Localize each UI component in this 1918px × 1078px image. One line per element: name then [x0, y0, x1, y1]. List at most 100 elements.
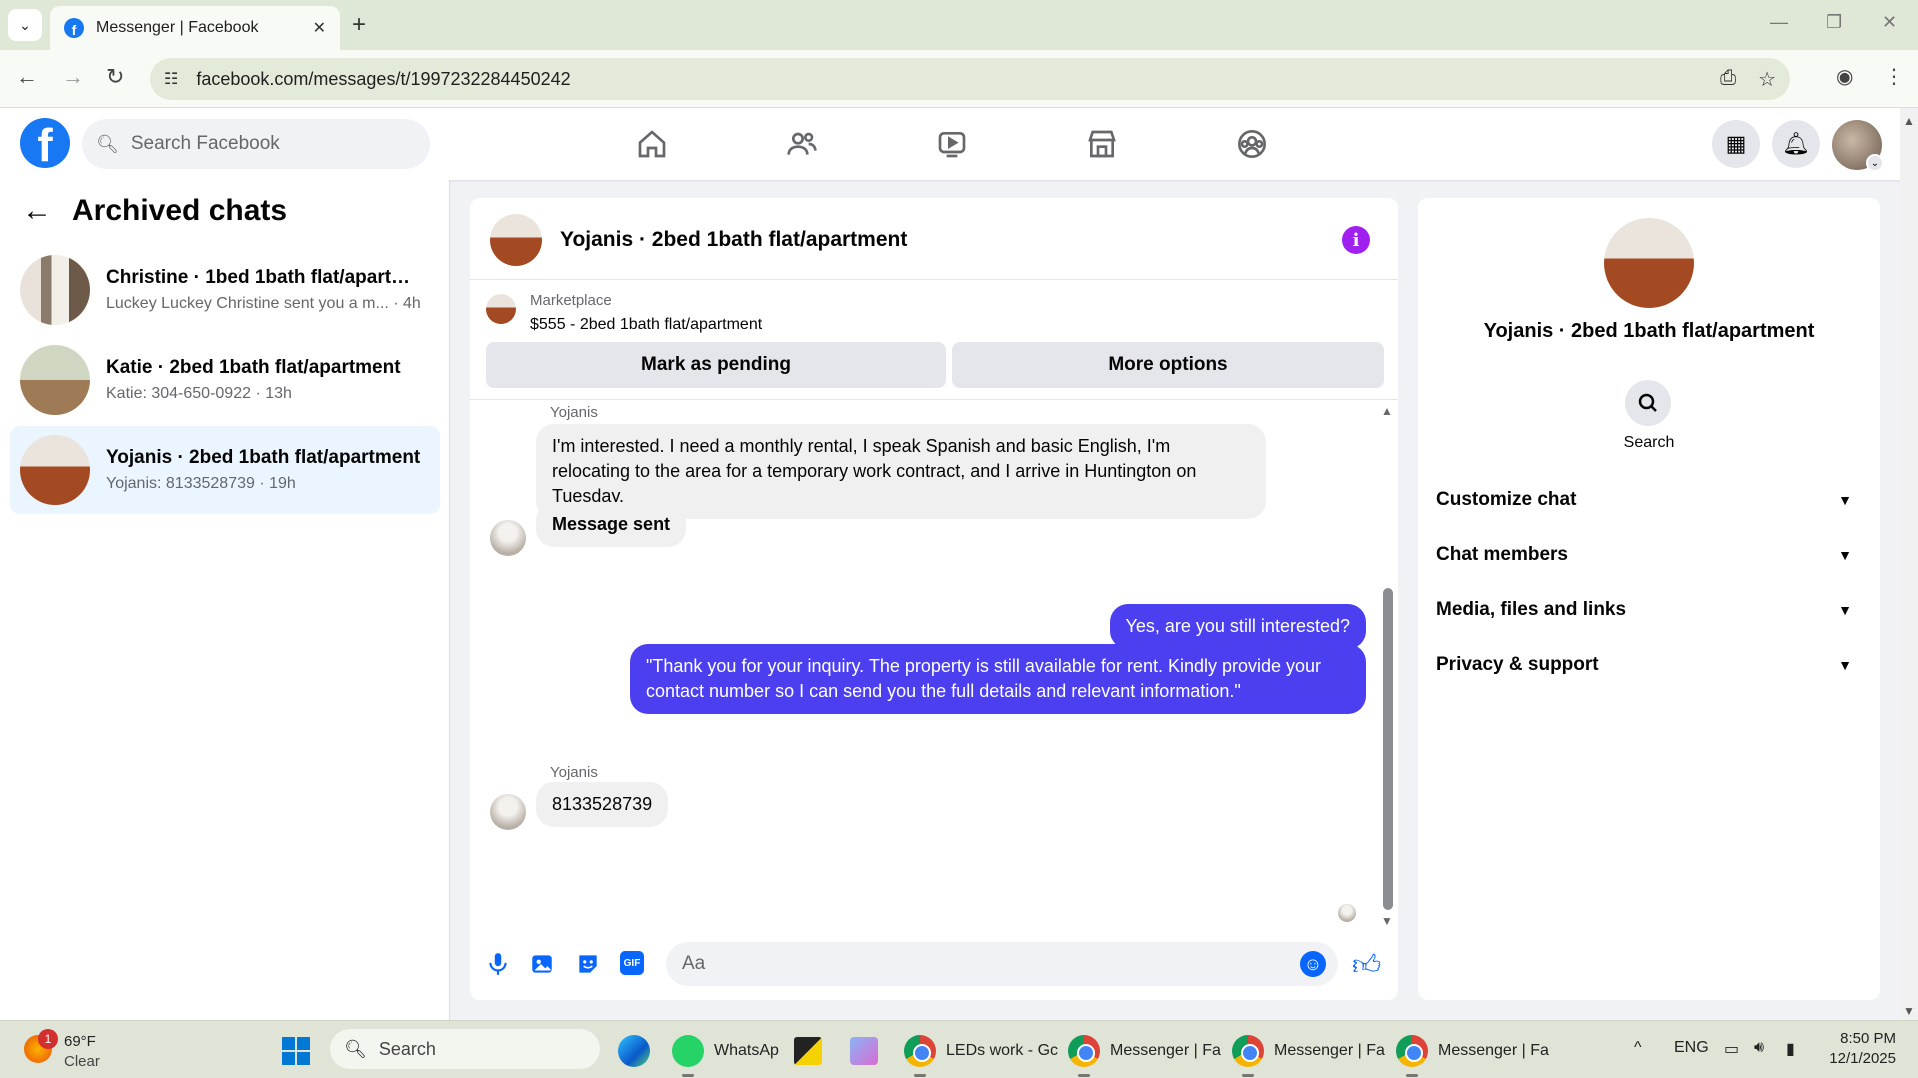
back-icon[interactable]: ←	[16, 64, 38, 90]
facebook-favicon-icon: f	[64, 18, 84, 38]
chat-name: Yojanis · 2bed 1bath flat/apartment	[106, 447, 421, 468]
message-input[interactable]: Aa ☺	[666, 942, 1338, 986]
site-settings-icon[interactable]: ☷	[164, 69, 178, 89]
customize-chat-section[interactable]: Customize chat ▼	[1436, 476, 1862, 524]
media-files-links-section[interactable]: Media, files and links ▼	[1436, 586, 1862, 634]
profile-icon[interactable]: ◉	[1836, 64, 1853, 89]
bookmark-star-icon[interactable]: ☆	[1758, 67, 1776, 92]
chat-time: · 13h	[255, 385, 292, 402]
friends-icon[interactable]	[784, 126, 820, 162]
conversation-avatar[interactable]	[490, 214, 542, 266]
taskbar-search-input[interactable]: 🔍︎ Search	[330, 1029, 600, 1069]
chat-time: · 4h	[393, 295, 421, 312]
search-icon	[1638, 393, 1657, 412]
tab-search-dropdown[interactable]: ⌄	[8, 9, 42, 41]
sticker-icon[interactable]	[574, 950, 602, 978]
snipping-tool-app[interactable]	[850, 1031, 878, 1071]
emoji-icon[interactable]: ☺	[1300, 951, 1326, 977]
browser-tab-messenger[interactable]: f Messenger | Facebook ✕	[50, 6, 340, 50]
more-options-button[interactable]: More options	[952, 342, 1384, 388]
listing-title[interactable]: $555 - 2bed 1bath flat/apartment	[530, 316, 762, 334]
photo-icon[interactable]	[528, 950, 556, 978]
reload-icon[interactable]: ↻	[106, 64, 124, 90]
outgoing-message[interactable]: Yes, are you still interested?	[1109, 604, 1366, 649]
volume-icon[interactable]: 🔊︎	[1754, 1039, 1764, 1057]
message-scrollbar[interactable]: ▲ ▼	[1380, 400, 1394, 930]
chrome-app-messenger-2[interactable]: Messenger | Fa	[1232, 1031, 1385, 1077]
chrome-app-messenger-3[interactable]: Messenger | Fa	[1396, 1031, 1549, 1077]
edge-app[interactable]	[618, 1031, 650, 1071]
section-label: Customize chat	[1436, 489, 1577, 510]
incoming-message[interactable]: 8133528739	[536, 782, 669, 827]
tab-close-icon[interactable]: ✕	[313, 18, 326, 38]
network-icon[interactable]: ▭	[1724, 1039, 1739, 1059]
browser-address-bar: ← → ↻ ☷ facebook.com/messages/t/19972322…	[0, 50, 1918, 108]
conversation-details-panel: Yojanis · 2bed 1bath flat/apartment Sear…	[1418, 198, 1880, 1000]
details-avatar[interactable]	[1604, 218, 1694, 308]
search-in-conversation-button[interactable]	[1625, 380, 1671, 426]
scroll-down-icon[interactable]: ▼	[1903, 1004, 1915, 1018]
info-icon[interactable]: i	[1342, 226, 1370, 254]
search-label: Search	[1623, 434, 1675, 451]
scroll-down-icon[interactable]: ▼	[1381, 914, 1393, 928]
home-icon[interactable]	[634, 126, 670, 162]
mark-as-pending-button[interactable]: Mark as pending	[486, 342, 946, 388]
minimize-icon[interactable]: —	[1770, 12, 1788, 33]
url-text[interactable]: facebook.com/messages/t/1997232284450242	[196, 69, 570, 90]
outgoing-message[interactable]: "Thank you for your inquiry. The propert…	[630, 644, 1366, 714]
marketplace-listing-banner: Marketplace $555 - 2bed 1bath flat/apart…	[470, 280, 1398, 400]
sender-avatar[interactable]	[490, 794, 526, 830]
archived-chats-header: ← Archived chats	[22, 194, 287, 228]
restore-icon[interactable]: ❐	[1826, 12, 1842, 33]
gif-icon[interactable]: GIF	[620, 951, 644, 975]
account-avatar[interactable]: ⌄	[1832, 120, 1884, 172]
input-language[interactable]: ENG	[1674, 1039, 1709, 1057]
chat-item-katie[interactable]: Katie · 2bed 1bath flat/apartment Katie:…	[10, 336, 440, 424]
search-placeholder: Search Facebook	[130, 133, 280, 154]
sticky-notes-icon	[794, 1037, 822, 1065]
chrome-app-messenger-1[interactable]: Messenger | Fa	[1068, 1031, 1221, 1077]
marketplace-icon[interactable]	[1084, 126, 1120, 162]
battery-icon[interactable]: ▮	[1786, 1039, 1795, 1059]
chat-members-section[interactable]: Chat members ▼	[1436, 531, 1862, 579]
scroll-up-icon[interactable]: ▲	[1903, 114, 1915, 128]
url-omnibox[interactable]: ☷ facebook.com/messages/t/19972322844502…	[150, 58, 1790, 100]
chrome-app-leds[interactable]: LEDs work - Gc	[904, 1031, 1058, 1077]
chrome-icon	[1232, 1035, 1264, 1067]
page-scrollbar[interactable]: ▲ ▼	[1900, 108, 1918, 1020]
privacy-support-section[interactable]: Privacy & support ▼	[1436, 641, 1862, 689]
sticky-notes-app[interactable]	[794, 1031, 822, 1071]
snipping-tool-icon	[850, 1037, 878, 1065]
new-tab-icon[interactable]: +	[352, 11, 366, 39]
taskbar-clock[interactable]: 8:50 PM 12/1/2025	[1829, 1029, 1896, 1069]
whatsapp-app[interactable]: WhatsAp	[672, 1031, 779, 1077]
incoming-message[interactable]: Message sent	[536, 502, 687, 547]
back-arrow-icon[interactable]: ←	[22, 194, 52, 228]
windows-taskbar: 1 69°F Clear 🔍︎ Search WhatsAp LEDs work…	[0, 1020, 1918, 1078]
facebook-search-input[interactable]: 🔍︎ Search Facebook	[82, 119, 430, 169]
page-title: Archived chats	[72, 194, 288, 227]
install-app-icon[interactable]: ⎙	[1720, 67, 1736, 92]
browser-menu-icon[interactable]: ⋮	[1884, 64, 1904, 89]
sender-avatar[interactable]	[490, 520, 526, 556]
running-indicator	[1406, 1074, 1418, 1077]
window-close-icon[interactable]: ✕	[1882, 12, 1897, 33]
app-label: Messenger | Fa	[1110, 1042, 1221, 1059]
facebook-logo-icon[interactable]: f	[20, 118, 70, 168]
windows-start-icon[interactable]	[282, 1037, 310, 1065]
show-hidden-icons-chevron-up-icon[interactable]: ^	[1634, 1039, 1642, 1057]
facebook-header: f 🔍︎ Search Facebook ▦ 🔔︎ ⌄	[0, 108, 1900, 180]
scrollbar-thumb[interactable]	[1383, 588, 1393, 910]
chat-item-yojanis[interactable]: Yojanis · 2bed 1bath flat/apartment Yoja…	[10, 426, 440, 514]
thumbs-up-icon[interactable]: 👍︎	[1352, 948, 1381, 982]
forward-icon[interactable]: →	[62, 64, 84, 90]
conversation-title[interactable]: Yojanis · 2bed 1bath flat/apartment	[560, 228, 907, 252]
scroll-up-icon[interactable]: ▲	[1381, 404, 1393, 418]
watch-video-icon[interactable]	[934, 126, 970, 162]
menu-grid-icon[interactable]: ▦	[1712, 120, 1760, 168]
microphone-icon[interactable]	[484, 950, 512, 978]
groups-icon[interactable]	[1234, 126, 1270, 162]
notifications-bell-icon[interactable]: 🔔︎	[1772, 120, 1820, 168]
chat-item-christine[interactable]: Christine · 1bed 1bath flat/apartme... L…	[10, 246, 440, 334]
listing-thumbnail[interactable]	[486, 294, 516, 324]
